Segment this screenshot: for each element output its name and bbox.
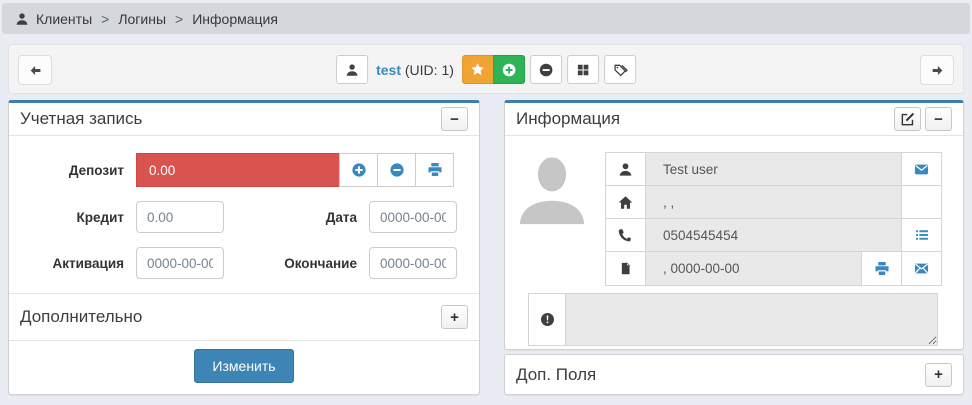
breadcrumb-separator: > [173,11,185,27]
user-icon [15,12,29,26]
minus-icon: − [450,112,459,127]
next-login-button[interactable] [920,55,954,85]
user-profile-button[interactable] [336,55,368,84]
activation-label: Активация [24,256,136,271]
date-label: Дата [224,210,369,225]
envelope-icon [913,162,930,177]
minus-icon: − [934,112,943,127]
grid-icon [576,63,590,77]
save-button[interactable]: Изменить [194,349,293,383]
deposit-input[interactable] [136,153,340,187]
breadcrumb-item-logins[interactable]: Логины [118,11,166,27]
user-icon [345,63,359,77]
table-row-name: Test user [606,153,941,186]
activation-input[interactable] [136,247,224,279]
deposit-add-button[interactable] [339,153,378,187]
minus-circle-icon [389,162,405,178]
breadcrumb-item-information[interactable]: Информация [192,11,278,27]
exclamation-circle-icon [528,293,566,346]
breadcrumb-item-clients[interactable]: Клиенты [36,11,92,27]
table-row-address: , , [606,186,941,219]
name-value: Test user [646,153,901,185]
plus-icon: + [934,367,943,382]
grid-button[interactable] [567,55,599,84]
deposit-print-button[interactable] [415,153,454,187]
collapse-account-button[interactable]: − [441,107,468,131]
account-panel-title: Учетная запись [20,109,437,129]
empty-cell [901,186,941,218]
file-icon [606,252,646,285]
tags-icon [612,62,628,78]
arrow-right-icon [930,64,945,77]
edit-icon [900,112,915,127]
login-toolbar: test (UID: 1) [8,44,964,94]
deposit-label: Депозит [24,163,136,178]
extra-fields-title: Доп. Поля [516,365,921,385]
date-input[interactable] [369,201,457,233]
expiration-input[interactable] [369,247,457,279]
additional-section-title: Дополнительно [20,307,437,327]
phone-icon [606,219,646,251]
prev-login-button[interactable] [18,55,52,85]
account-panel: Учетная запись − Депозит [8,100,480,395]
print-document-button[interactable] [861,252,901,285]
collapse-info-button[interactable]: − [925,107,952,131]
favorite-button[interactable] [462,55,494,84]
printer-icon [874,261,890,277]
user-silhouette-icon [513,153,591,225]
document-value: , 0000-00-00 [646,252,861,285]
minus-circle-icon [538,62,554,78]
info-panel: Информация − Test user [504,100,964,350]
printer-icon [427,162,443,178]
expiration-label: Окончание [224,256,369,271]
comment-textarea[interactable] [565,293,938,346]
contact-table: Test user , , 0504545454 [605,152,942,286]
star-icon [470,62,485,77]
tags-button[interactable] [604,55,636,84]
plus-circle-icon [351,162,367,178]
expand-extra-fields-button[interactable]: + [925,363,952,387]
send-mail-button[interactable] [901,153,941,185]
edit-info-button[interactable] [894,107,921,131]
extra-fields-panel: Доп. Поля + [504,354,964,395]
arrow-left-icon [28,64,43,77]
user-icon [606,153,646,185]
credit-input[interactable] [136,201,224,233]
login-name-link[interactable]: test [376,62,401,78]
home-icon [606,186,646,218]
table-row-document: , 0000-00-00 [606,252,941,285]
plus-icon: + [450,310,459,325]
disable-button[interactable] [530,55,562,84]
info-panel-title: Информация [516,109,890,129]
breadcrumb-separator: > [99,11,111,27]
comment-row [528,293,963,346]
deposit-subtract-button[interactable] [377,153,416,187]
address-value: , , [646,186,901,218]
login-uid-label: (UID: 1) [405,62,454,78]
envelope-x-icon [913,261,930,276]
list-icon [914,228,930,242]
credit-label: Кредит [24,210,136,225]
mail-document-button[interactable] [901,252,941,285]
expand-additional-button[interactable]: + [441,305,468,329]
add-login-button[interactable] [493,55,525,84]
plus-circle-icon [501,62,517,78]
table-row-phone: 0504545454 [606,219,941,252]
phone-list-button[interactable] [901,219,941,251]
phone-value: 0504545454 [646,219,901,251]
current-login-group: test (UID: 1) [336,55,636,84]
breadcrumb: Клиенты > Логины > Информация [2,3,970,34]
